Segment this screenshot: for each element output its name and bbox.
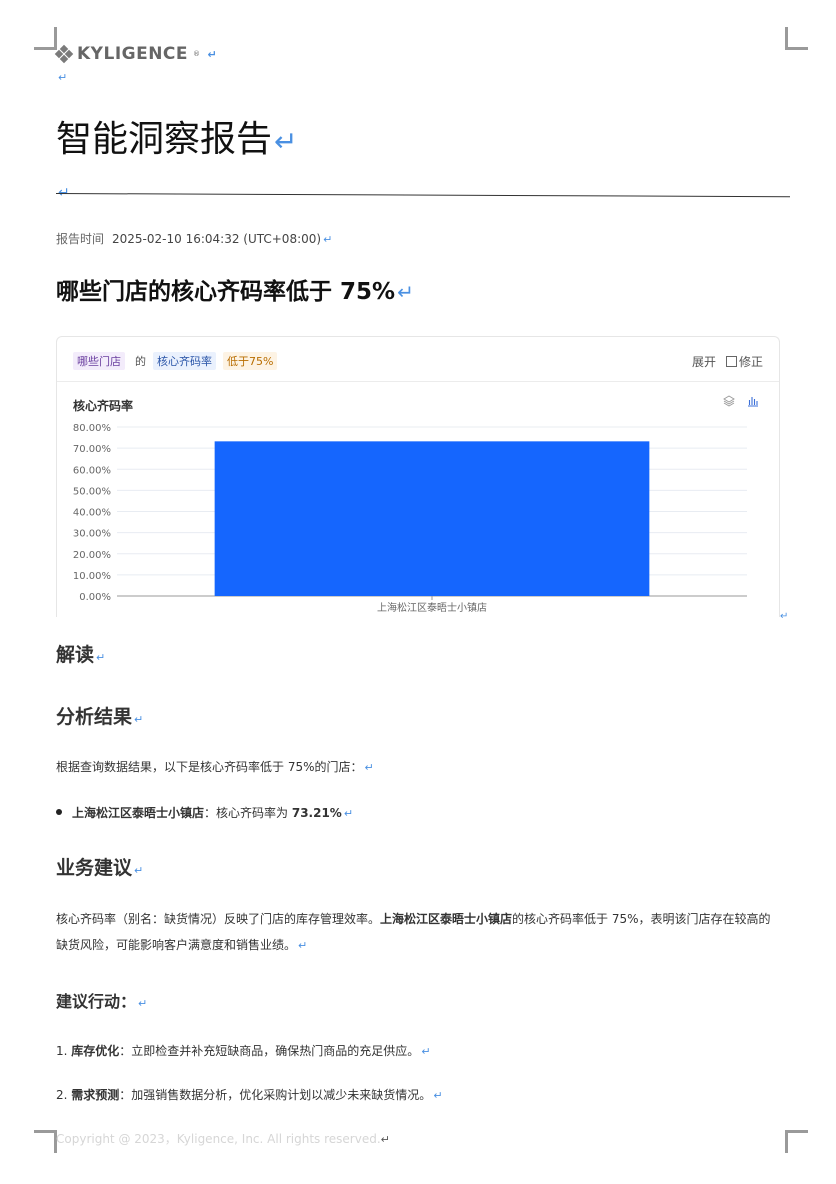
- report-title: 智能洞察报告↵: [56, 119, 298, 160]
- question-heading: 哪些门店的核心齐码率低于 75% ↵: [56, 279, 414, 305]
- actions-heading: 建议行动： ↵: [56, 992, 148, 1011]
- result-heading: 分析结果 ↵: [56, 706, 144, 728]
- chart-title: 核心齐码率: [73, 399, 134, 413]
- bar: [214, 441, 650, 596]
- logo-registered-mark: ®: [193, 50, 201, 58]
- action-text: ：加强销售数据分析，优化采购计划以减少未来缺货情况。: [119, 1088, 432, 1102]
- action-title: 需求预测: [71, 1088, 120, 1102]
- bar-chart: 0.00% 10.00% 20.00% 30.00% 40.00% 50.00% 60.00…: [73, 423, 747, 614]
- return-mark-icon: ↵: [58, 71, 68, 84]
- return-mark-icon: ↵: [58, 185, 70, 201]
- y-tick-label: 50.00%: [73, 486, 111, 497]
- crop-mark-bottom-right: [785, 1130, 808, 1153]
- return-mark-icon: ↵: [780, 611, 789, 622]
- y-tick-label: 60.00%: [73, 465, 111, 476]
- report-time-label: 报告时间: [56, 232, 105, 246]
- expand-button[interactable]: 展开: [692, 353, 716, 370]
- action-number: 2.: [56, 1088, 68, 1102]
- tag-metric[interactable]: 核心齐码率: [153, 352, 216, 370]
- advice-text-1: 核心齐码率（别名：缺货情况）反映了门店的库存管理效率。: [56, 912, 381, 926]
- edit-button-label: 修正: [738, 355, 763, 369]
- action-item: 2. 需求预测：加强销售数据分析，优化采购计划以减少未来缺货情况。 ↵: [56, 1088, 443, 1102]
- y-tick-label: 10.00%: [73, 571, 111, 582]
- layers-icon[interactable]: [723, 395, 735, 407]
- footer-copyright: Copyright @ 2023，Kyligence, Inc. All rig…: [56, 1132, 390, 1146]
- action-text: ：立即检查并补充短缺商品，确保热门商品的充足供应。: [119, 1044, 420, 1058]
- interpretation-heading: 解读 ↵: [56, 644, 106, 666]
- crop-mark-bottom-left: [34, 1130, 57, 1153]
- tag-condition[interactable]: 低于75%: [223, 352, 278, 370]
- bullet-icon: [56, 809, 62, 815]
- query-card-header: 哪些门店 的 核心齐码率 低于75% 展开 修正: [57, 337, 779, 382]
- logo-mark-icon: [54, 44, 74, 64]
- action-number: 1.: [56, 1044, 68, 1058]
- y-tick-label: 70.00%: [73, 444, 111, 455]
- tag-dimension[interactable]: 哪些门店: [73, 352, 125, 370]
- kyligence-logo: KYLIGENCE ® ↵: [54, 44, 218, 64]
- result-item-text: ：核心齐码率为: [204, 806, 292, 820]
- crop-mark-top-left: [34, 27, 57, 50]
- advice-paragraph: 核心齐码率（别名：缺货情况）反映了门店的库存管理效率。上海松江区泰晤士小镇店的核…: [56, 912, 771, 952]
- logo-text: KYLIGENCE: [77, 44, 189, 64]
- bar-chart-icon[interactable]: [747, 395, 759, 407]
- return-mark-icon: ↵: [207, 47, 218, 61]
- query-card: 哪些门店 的 核心齐码率 低于75% 展开 修正 核心齐码率 0.00% 10.0…: [56, 336, 780, 617]
- report-time-value: 2025-02-10 16:04:32 (UTC+08:00): [112, 232, 322, 246]
- edit-icon: [725, 356, 737, 367]
- y-tick-label: 20.00%: [73, 550, 111, 561]
- result-intro: 根据查询数据结果，以下是核心齐码率低于 75%的门店： ↵: [56, 760, 374, 774]
- title-divider: [55, 193, 790, 198]
- advice-store-name: 上海松江区泰晤士小镇店: [380, 912, 513, 926]
- y-tick-label: 80.00%: [73, 423, 111, 434]
- tag-connector: 的: [135, 355, 146, 368]
- advice-heading: 业务建议 ↵: [56, 857, 144, 879]
- result-list-item: 上海松江区泰晤士小镇店：核心齐码率为 73.21% ↵: [56, 804, 353, 821]
- report-time: 报告时间 2025-02-10 16:04:32 (UTC+08:00) ↵: [56, 232, 333, 246]
- action-item: 1. 库存优化：立即检查并补充短缺商品，确保热门商品的充足供应。 ↵: [56, 1044, 431, 1058]
- y-tick-label: 30.00%: [73, 529, 111, 540]
- x-tick-label: 上海松江区泰晤士小镇店: [377, 601, 487, 614]
- edit-button[interactable]: 修正: [725, 353, 763, 370]
- y-tick-label: 0.00%: [79, 592, 111, 603]
- crop-mark-top-right: [785, 27, 808, 50]
- result-store-name: 上海松江区泰晤士小镇店: [72, 806, 205, 820]
- result-value: 73.21%: [291, 806, 342, 820]
- y-tick-label: 40.00%: [73, 508, 111, 519]
- action-title: 库存优化: [71, 1044, 120, 1058]
